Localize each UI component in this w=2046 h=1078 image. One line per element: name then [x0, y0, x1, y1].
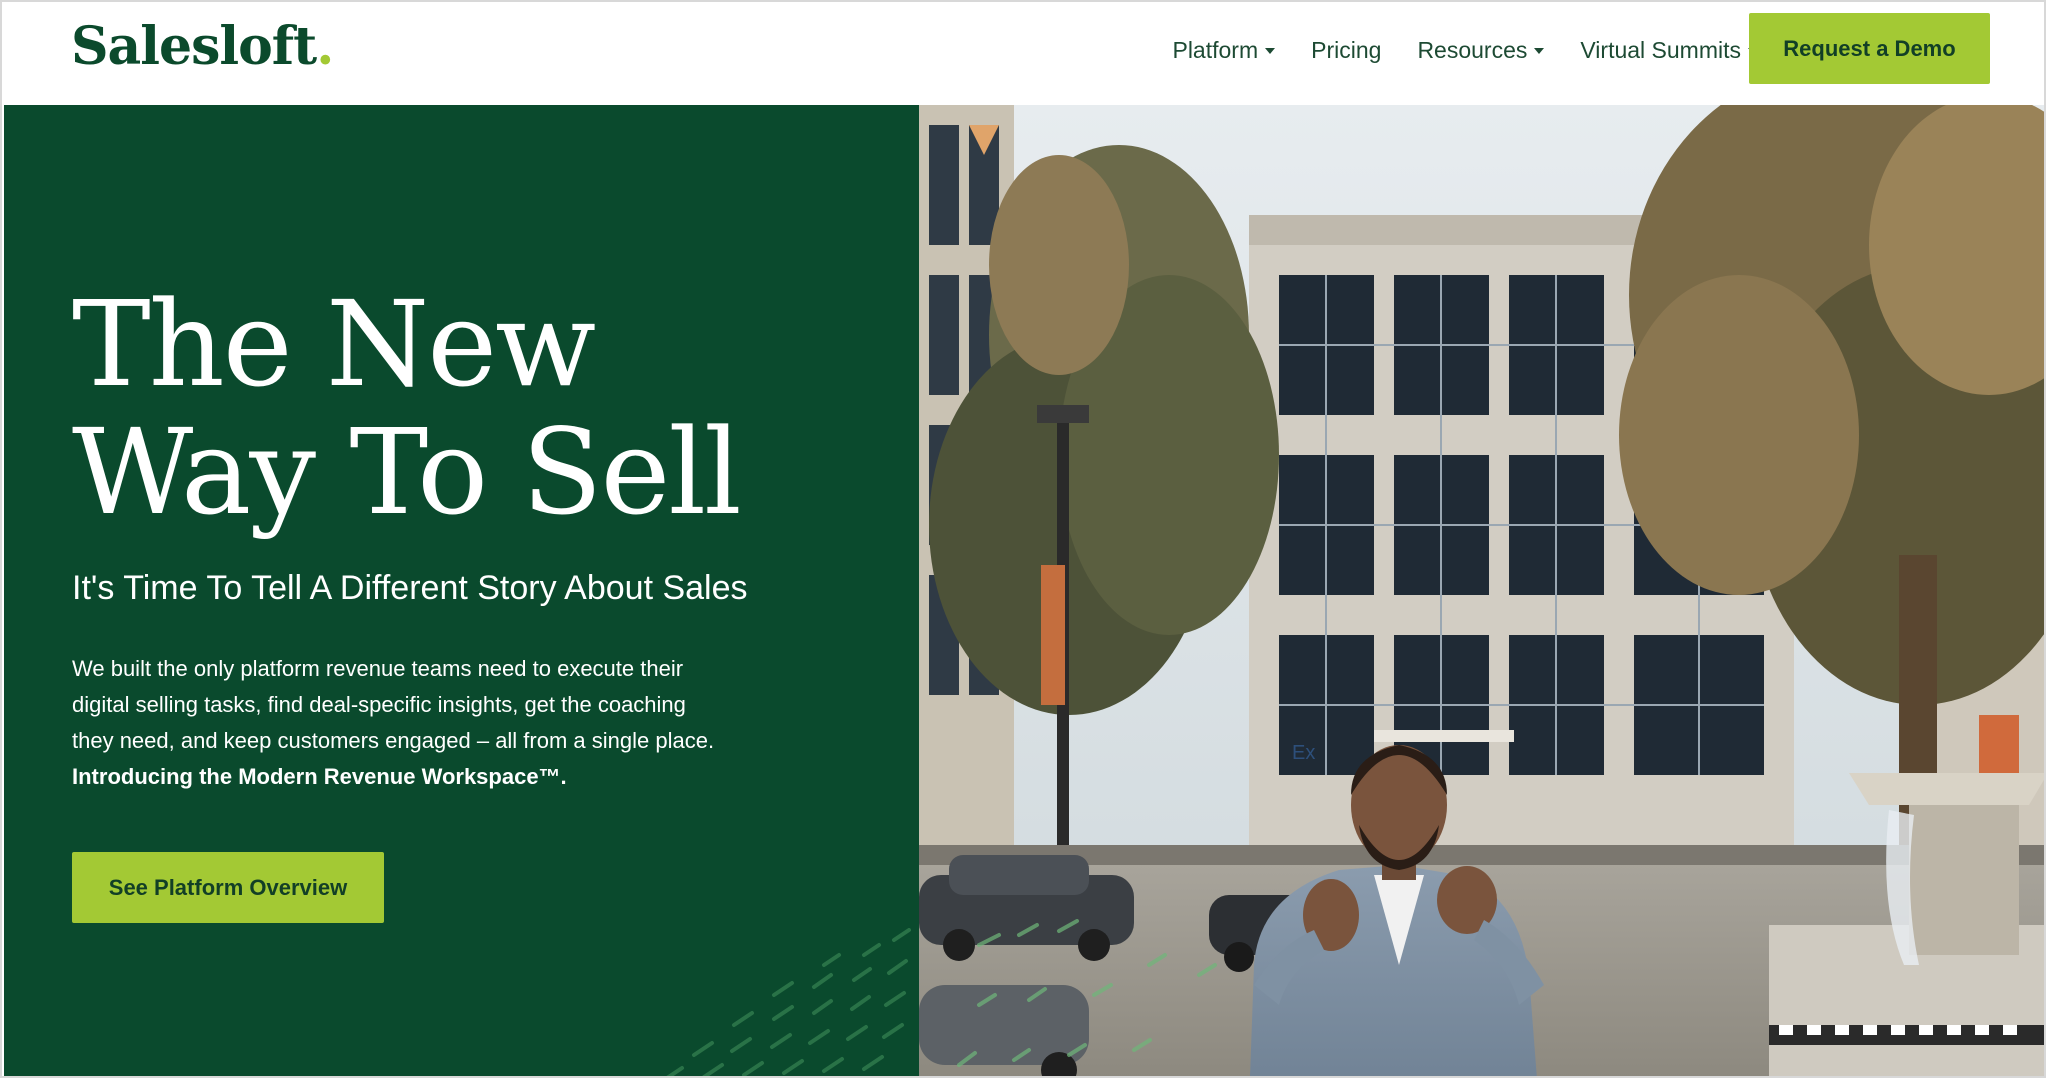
main-nav: Platform Pricing Resources Virtual Summi…: [1172, 2, 1758, 98]
logo-text: Salesloft: [71, 16, 317, 77]
request-demo-button[interactable]: Request a Demo: [1749, 13, 1990, 84]
hero-subheading: It's Time To Tell A Different Story Abou…: [72, 569, 748, 607]
nav-platform[interactable]: Platform: [1172, 36, 1276, 64]
hero-video[interactable]: Ex: [919, 105, 2044, 1076]
nav-virtual-summits[interactable]: Virtual Summits: [1580, 37, 1758, 64]
headline-line-1: The New: [72, 275, 596, 413]
site-header: Salesloft. Platform Pricing Resources Vi…: [2, 2, 2044, 105]
nav-pricing[interactable]: Pricing: [1311, 37, 1381, 64]
description-highlight: Introducing the Modern Revenue Workspace…: [72, 764, 567, 789]
hero-description: We built the only platform revenue teams…: [72, 651, 772, 795]
description-line-3: they need, and keep customers engaged – …: [72, 728, 715, 753]
nav-platform-label: Platform: [1172, 36, 1259, 63]
browser-viewport: Salesloft. Platform Pricing Resources Vi…: [0, 0, 2046, 1078]
video-frame-illustration: Ex: [919, 105, 2044, 1076]
nav-resources[interactable]: Resources: [1417, 36, 1545, 64]
salesloft-logo[interactable]: Salesloft.: [71, 16, 334, 77]
headline-line-2: Way To Sell: [72, 403, 742, 541]
hero-panel: The New Way To Sell It's Time To Tell A …: [4, 105, 919, 1076]
building-sign: Ex: [1292, 742, 1315, 764]
description-line-2: digital selling tasks, find deal-specifi…: [72, 692, 686, 717]
nav-pricing-label: Pricing: [1311, 36, 1382, 63]
nav-resources-label: Resources: [1417, 36, 1528, 63]
see-platform-overview-button[interactable]: See Platform Overview: [72, 852, 384, 923]
chevron-down-icon: [1265, 48, 1276, 54]
description-line-1: We built the only platform revenue teams…: [72, 656, 684, 681]
nav-virtual-summits-label: Virtual Summits: [1580, 36, 1741, 63]
hero-headline: The New Way To Sell: [72, 280, 892, 536]
chevron-down-icon: [1534, 48, 1545, 54]
logo-dot: .: [316, 16, 334, 77]
decorative-dash-pattern: [666, 928, 911, 1076]
